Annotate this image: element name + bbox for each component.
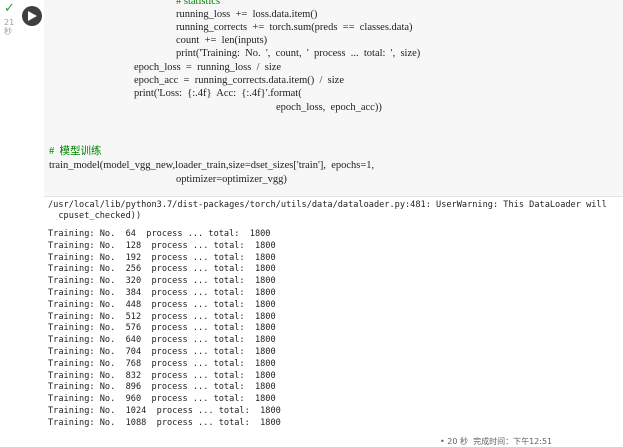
- run-cell-button[interactable]: [22, 6, 42, 26]
- success-check-icon: ✓: [4, 1, 15, 16]
- code-line: epoch_loss = running_loss / size: [134, 62, 282, 73]
- code-line: epoch_acc = running_corrects.data.item()…: [134, 75, 344, 86]
- code-cell[interactable]: # statistics running_loss += loss.data.it…: [44, 0, 623, 197]
- execution-status: • 20 秒 完成时间：下午12:51: [440, 437, 553, 446]
- training-log-line: Training: No. 1024 process ... total: 18…: [48, 406, 281, 416]
- training-log-line: Training: No. 832 process ... total: 180…: [48, 370, 276, 381]
- code-line: train_model(model_vgg_new,loader_train,s…: [49, 160, 375, 171]
- warning-line: /usr/local/lib/python3.7/dist-packages/t…: [48, 200, 607, 210]
- code-line: # statistics: [176, 0, 221, 7]
- code-line: # 模型训练: [49, 146, 102, 157]
- code-line: epoch_loss, epoch_acc)): [276, 102, 382, 113]
- training-log-line: Training: No. 320 process ... total: 180…: [48, 276, 276, 287]
- cell-gutter: ✓ 21 秒: [0, 0, 44, 447]
- code-line: print('Training: No. ', count, ' process…: [176, 48, 421, 59]
- training-log-line: Training: No. 896 process ... total: 180…: [48, 382, 276, 393]
- play-icon: [28, 11, 37, 21]
- training-log-line: Training: No. 448 process ... total: 180…: [48, 299, 276, 310]
- cell-output: /usr/local/lib/python3.7/dist-packages/t…: [44, 197, 623, 447]
- code-line: optimizer=optimizer_vgg): [176, 174, 287, 185]
- execution-time: 21 秒: [4, 18, 15, 36]
- training-log-line: Training: No. 192 process ... total: 180…: [48, 252, 276, 263]
- code-line: running_loss += loss.data.item(): [176, 9, 318, 20]
- training-log-line: Training: No. 1088 process ... total: 18…: [48, 417, 281, 428]
- training-log-line: Training: No. 384 process ... total: 180…: [48, 288, 276, 298]
- training-log-line: Training: No. 960 process ... total: 180…: [48, 394, 276, 405]
- warning-line-continuation: cpuset_checked)): [48, 211, 142, 221]
- training-log-line: Training: No. 704 process ... total: 180…: [48, 347, 276, 357]
- training-log-line: Training: No. 128 process ... total: 180…: [48, 240, 276, 251]
- training-log-line: Training: No. 256 process ... total: 180…: [48, 264, 276, 275]
- code-line: running_corrects += torch.sum(preds == c…: [176, 22, 413, 33]
- training-log-line: Training: No. 640 process ... total: 180…: [48, 335, 276, 346]
- training-log-line: Training: No. 512 process ... total: 180…: [48, 311, 276, 322]
- training-log-line: Training: No. 768 process ... total: 180…: [48, 358, 276, 369]
- training-log-line: Training: No. 576 process ... total: 180…: [48, 323, 276, 334]
- code-line: count += len(inputs): [176, 35, 268, 46]
- training-log-line: Training: No. 64 process ... total: 1800: [48, 229, 271, 239]
- code-line: print('Loss: {:.4f} Acc: {:.4f}'.format(: [134, 88, 302, 99]
